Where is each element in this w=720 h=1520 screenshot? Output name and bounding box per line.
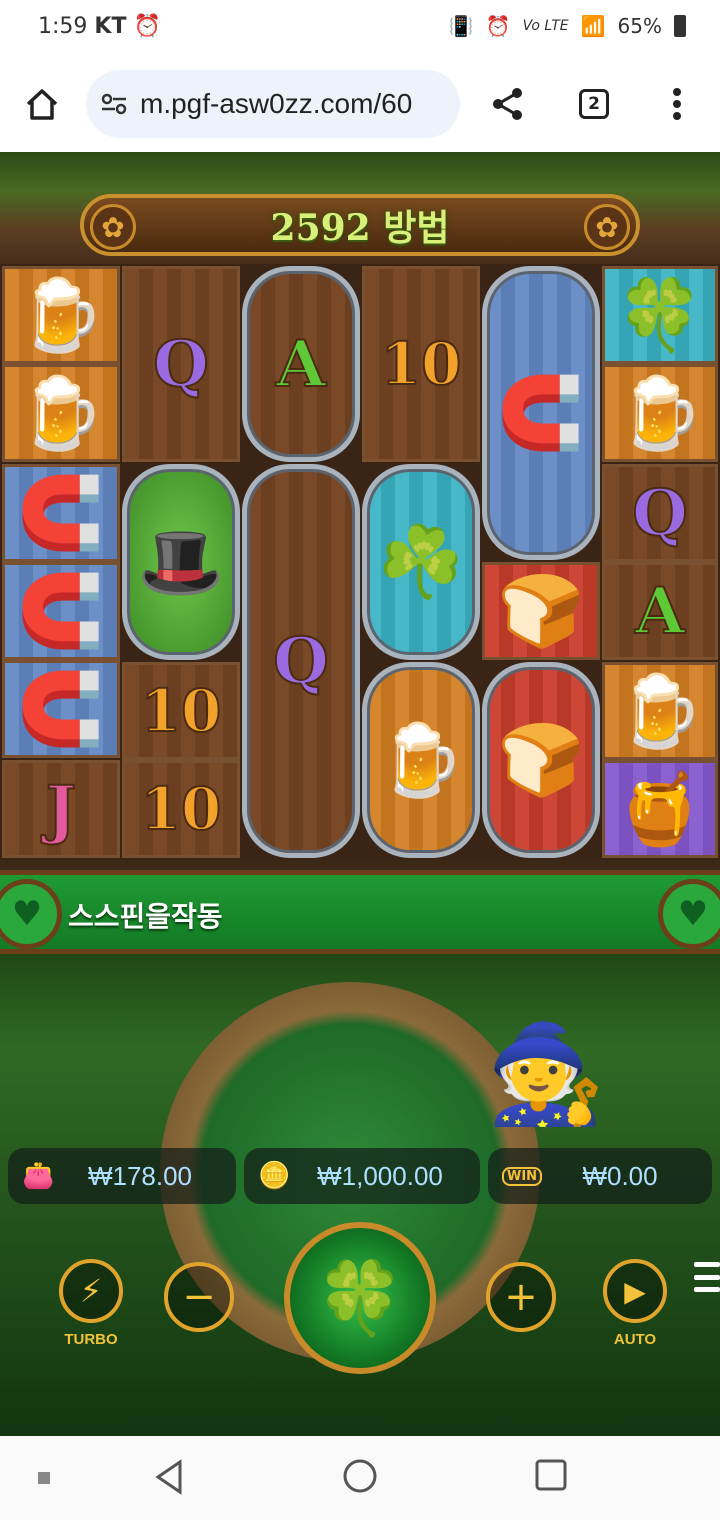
symbol-beer-mug-icon: 🍺 <box>602 364 718 462</box>
leprechaun-character-icon: 🧙 <box>486 1018 606 1130</box>
tabs-button[interactable]: 2 <box>576 86 612 122</box>
symbol-clover-icon: ☘️ <box>362 464 480 660</box>
info-bar: 👛 ₩178.00 🪙 ₩1,000.00 WIN ₩0.00 <box>8 1148 712 1204</box>
symbol-clover-icon: 🍀 <box>602 266 718 364</box>
symbol-a: A <box>242 266 360 462</box>
increase-bet-button[interactable]: + <box>484 1260 558 1334</box>
status-left: 1:59 KT ⏰ <box>38 14 161 39</box>
system-navigation-bar <box>0 1436 720 1520</box>
bet-display[interactable]: 🪙 ₩1,000.00 <box>244 1148 480 1204</box>
home-circle-icon <box>343 1459 377 1493</box>
share-icon <box>493 88 522 120</box>
plus-icon: + <box>486 1262 556 1332</box>
ways-count: 2592 방법 <box>270 207 450 249</box>
recents-button[interactable] <box>534 1458 568 1496</box>
battery-icon <box>674 15 686 37</box>
url-text: m.pgf-asw0zz.com/60 <box>140 88 413 119</box>
status-bar: 1:59 KT ⏰ 📳 ⏰ Vo LTE 📶 65% <box>0 0 720 56</box>
address-bar[interactable]: m.pgf-asw0zz.com/60 <box>86 70 460 138</box>
reel-grid: 🍺 🍺 🧲 🧲 🧲 J Q 🎩 10 10 A Q 10 ☘️ 🍺 🧲 🍞 🍞 … <box>0 264 720 860</box>
symbol-beer-mug-icon: 🍺 <box>362 662 480 858</box>
more-menu-button[interactable] <box>662 84 692 124</box>
turbo-label: TURBO <box>64 1331 118 1348</box>
ribbon-heart-right-icon: ♥ <box>658 879 720 949</box>
balance-display: 👛 ₩178.00 <box>8 1148 236 1204</box>
symbol-leprechaun-hat-icon: 🎩 <box>122 464 240 660</box>
vibrate-icon: 📳 <box>448 14 474 38</box>
share-button[interactable] <box>488 84 528 124</box>
tab-count: 2 <box>579 89 609 119</box>
minus-icon: − <box>164 1262 234 1332</box>
symbol-pipe-icon: 🍯 <box>602 760 718 858</box>
back-icon <box>155 1459 182 1495</box>
game-canvas[interactable]: ✿ 2592 방법 ✿ 🍺 🍺 🧲 🧲 🧲 J Q 🎩 10 10 A Q 10… <box>0 152 720 1436</box>
status-right: 📳 ⏰ Vo LTE 📶 65% <box>449 14 686 38</box>
recents-dot-icon[interactable] <box>38 1472 50 1484</box>
message-ribbon: ♥ 스스핀을작동 ♥ <box>0 870 720 954</box>
control-panel: ⚡ TURBO − 🍀 + ▶ AUTO <box>0 1222 720 1374</box>
symbol-horseshoe-icon: 🧲 <box>2 562 120 660</box>
symbol-beer-mug-icon: 🍺 <box>2 266 120 364</box>
status-carrier: KT <box>94 14 127 39</box>
wallet-icon: 👛 <box>22 1161 55 1191</box>
symbol-j: J <box>2 760 120 858</box>
win-display: WIN ₩0.00 <box>488 1148 712 1204</box>
turbo-button[interactable]: ⚡ TURBO <box>54 1252 128 1348</box>
symbol-beer-mug-icon: 🍺 <box>602 662 718 760</box>
decrease-bet-button[interactable]: − <box>162 1260 236 1334</box>
symbol-q: Q <box>242 464 360 858</box>
symbol-q: Q <box>122 266 240 462</box>
clover-badge-right-icon: ✿ <box>584 204 630 250</box>
signal-icon: 📶 <box>580 14 606 38</box>
site-settings-icon[interactable] <box>100 90 128 118</box>
symbol-horseshoe-icon: 🧲 <box>2 464 120 562</box>
clover-badge-left-icon: ✿ <box>90 204 136 250</box>
four-leaf-clover-icon: 🍀 <box>315 1255 405 1340</box>
status-time: 1:59 <box>38 14 88 39</box>
home-nav-button[interactable] <box>342 1458 378 1498</box>
symbol-ten: 10 <box>362 266 480 462</box>
symbol-bread-icon: 🍞 <box>482 662 600 858</box>
back-button[interactable] <box>152 1458 186 1500</box>
play-icon: ▶ <box>603 1259 667 1323</box>
ways-banner: ✿ 2592 방법 ✿ <box>80 194 640 256</box>
auto-spin-button[interactable]: ▶ AUTO <box>598 1252 672 1348</box>
symbol-ten: 10 <box>122 662 240 760</box>
coins-icon: 🪙 <box>258 1161 291 1191</box>
alarm-clock-icon: ⏰ <box>485 14 511 38</box>
home-button[interactable] <box>22 84 62 124</box>
recents-icon <box>535 1459 567 1491</box>
symbol-q: Q <box>602 464 718 562</box>
game-menu-icon[interactable] <box>694 1262 720 1292</box>
auto-label: AUTO <box>613 1331 657 1348</box>
balance-value: ₩178.00 <box>87 1160 193 1191</box>
symbol-horseshoe-icon: 🧲 <box>2 660 120 758</box>
ribbon-text: 스스핀을작동 <box>68 900 223 933</box>
alarm-icon: ⏰ <box>133 14 161 39</box>
ribbon-heart-left-icon: ♥ <box>0 879 62 949</box>
symbol-bread-icon: 🍞 <box>482 562 600 660</box>
home-icon <box>26 89 58 120</box>
symbol-a: A <box>602 562 718 660</box>
symbol-beer-mug-icon: 🍺 <box>2 364 120 462</box>
spin-button[interactable]: 🍀 <box>284 1222 436 1374</box>
symbol-ten: 10 <box>122 760 240 858</box>
win-badge-icon: WIN <box>502 1166 543 1186</box>
lightning-icon: ⚡ <box>59 1259 123 1323</box>
volte-indicator: Vo LTE <box>522 18 569 34</box>
bet-value: ₩1,000.00 <box>317 1160 443 1191</box>
more-vert-icon <box>673 88 681 120</box>
win-value: ₩0.00 <box>582 1160 658 1191</box>
browser-toolbar: m.pgf-asw0zz.com/60 2 <box>0 56 720 152</box>
battery-percent: 65% <box>617 14 662 38</box>
symbol-horseshoe-icon: 🧲 <box>482 266 600 560</box>
